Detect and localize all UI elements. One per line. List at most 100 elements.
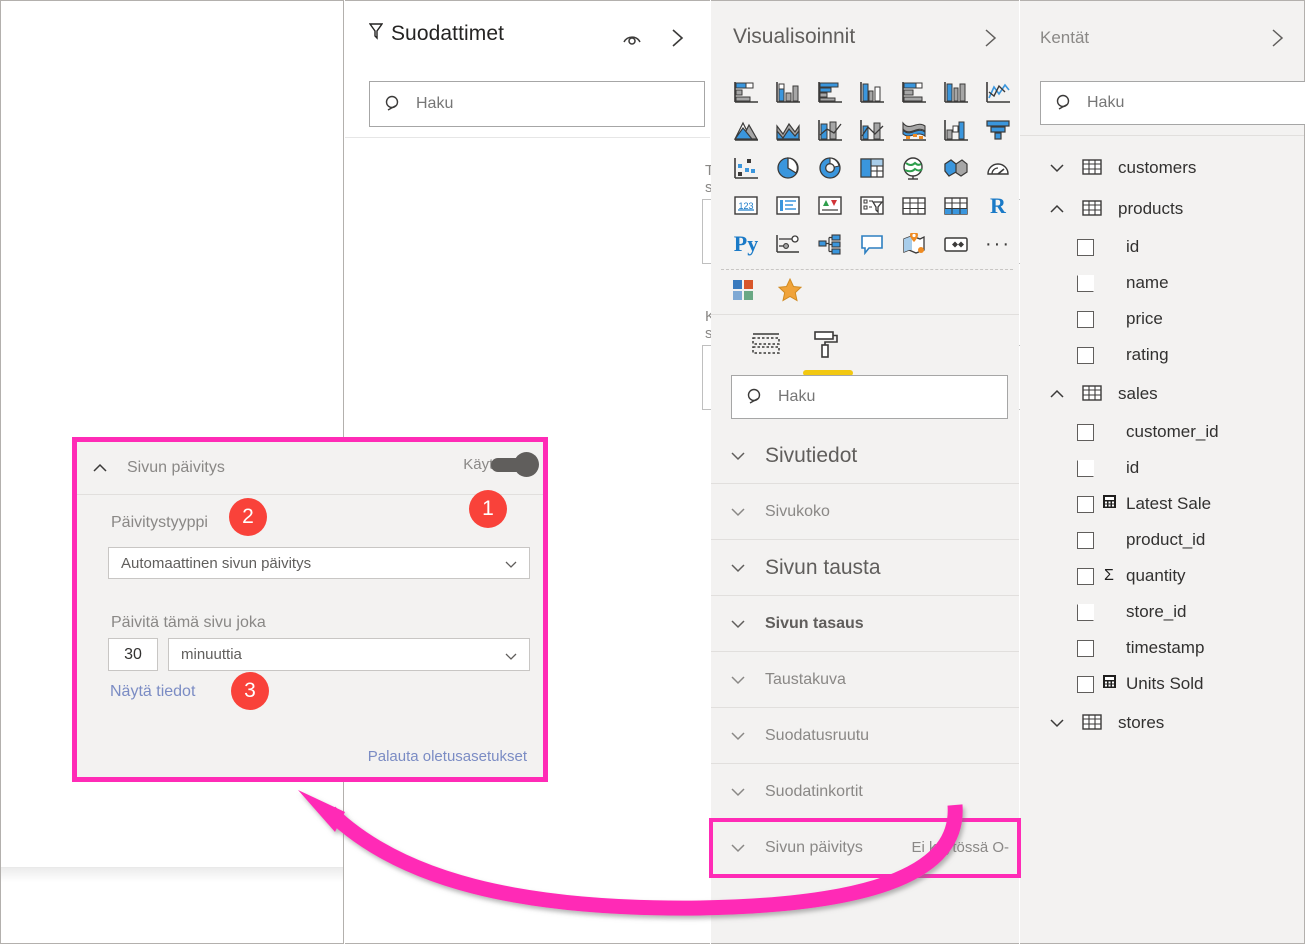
field-item[interactable]: price: [1020, 301, 1304, 337]
field-table-customers[interactable]: customers: [1020, 147, 1304, 188]
callout-header[interactable]: Sivun päivitys Käytössä: [77, 442, 543, 495]
qna-icon[interactable]: [851, 225, 893, 263]
fields-pane-tab-icon[interactable]: [741, 323, 791, 367]
chevron-down-icon[interactable]: [1048, 714, 1066, 732]
search-icon: [746, 387, 766, 407]
ribbon-chart-icon[interactable]: [893, 111, 935, 149]
field-table-sales[interactable]: sales: [1020, 373, 1304, 414]
format-section-filter-pane[interactable]: Suodatusruutu: [711, 708, 1019, 764]
chevron-right-icon[interactable]: [1264, 25, 1290, 51]
refresh-type-value: Automaattinen sivun päivitys: [121, 554, 312, 572]
field-checkbox[interactable]: [1077, 423, 1094, 441]
table-icon[interactable]: [893, 187, 935, 225]
format-section-filter-cards[interactable]: Suodatinkortit: [711, 764, 1019, 820]
field-checkbox[interactable]: [1077, 274, 1094, 292]
stacked-area-chart-icon[interactable]: [767, 111, 809, 149]
card-icon[interactable]: 123: [725, 187, 767, 225]
matrix-icon[interactable]: [935, 187, 977, 225]
page-refresh-toggle[interactable]: Käytössä: [463, 451, 539, 477]
field-item[interactable]: timestamp: [1020, 630, 1304, 666]
arcgis-map-icon[interactable]: [893, 225, 935, 263]
format-section-page-refresh[interactable]: Sivun päivitys Ei käytössä O-: [709, 818, 1021, 878]
format-section-page-background[interactable]: Sivun tausta: [711, 540, 1019, 596]
field-checkbox[interactable]: [1077, 346, 1094, 364]
paginated-report-icon[interactable]: [935, 225, 977, 263]
toggle-switch[interactable]: [491, 451, 539, 477]
format-section-page-alignment[interactable]: Sivun tasaus: [711, 596, 1019, 652]
field-checkbox[interactable]: [1077, 603, 1094, 621]
field-item[interactable]: id: [1020, 229, 1304, 265]
key-influencers-icon[interactable]: [767, 225, 809, 263]
clustered-column-chart-icon[interactable]: [851, 73, 893, 111]
filters-search-input[interactable]: Haku: [369, 81, 705, 127]
visual-type-gallery[interactable]: 123 R Py ···: [725, 73, 1021, 263]
chevron-right-icon[interactable]: [977, 25, 1003, 51]
multi-row-card-icon[interactable]: [767, 187, 809, 225]
field-item[interactable]: Latest Sale: [1020, 486, 1304, 522]
field-checkbox[interactable]: [1077, 675, 1094, 693]
python-visual-icon[interactable]: Py: [725, 225, 767, 263]
field-table-stores[interactable]: stores: [1020, 702, 1304, 743]
field-checkbox[interactable]: [1077, 531, 1094, 549]
refresh-interval-input[interactable]: 30: [108, 638, 158, 671]
stacked-column-chart-icon[interactable]: [767, 73, 809, 111]
scatter-chart-icon[interactable]: [725, 149, 767, 187]
format-section-page-size[interactable]: Sivukoko: [711, 484, 1019, 540]
reset-defaults-link[interactable]: Palauta oletusasetukset: [368, 748, 527, 765]
field-table-products[interactable]: products: [1020, 188, 1304, 229]
line-stacked-column-chart-icon[interactable]: [809, 111, 851, 149]
line-chart-icon[interactable]: [977, 73, 1019, 111]
chevron-down-icon[interactable]: [1048, 159, 1066, 177]
field-checkbox[interactable]: [1077, 310, 1094, 328]
field-item[interactable]: rating: [1020, 337, 1304, 373]
eye-icon[interactable]: [620, 27, 644, 51]
donut-chart-icon[interactable]: [809, 149, 851, 187]
r-script-visual-icon[interactable]: R: [977, 187, 1019, 225]
field-item[interactable]: id: [1020, 450, 1304, 486]
gauge-icon[interactable]: [977, 149, 1019, 187]
pct-stacked-bar-chart-icon[interactable]: [893, 73, 935, 111]
format-search-input[interactable]: Haku: [731, 375, 1008, 419]
map-icon[interactable]: [893, 149, 935, 187]
field-item[interactable]: name: [1020, 265, 1304, 301]
filled-map-icon[interactable]: [935, 149, 977, 187]
treemap-icon[interactable]: [851, 149, 893, 187]
chevron-right-icon[interactable]: [664, 25, 690, 51]
field-checkbox[interactable]: [1077, 567, 1094, 585]
fields-search-input[interactable]: Haku: [1040, 81, 1305, 125]
pct-stacked-column-chart-icon[interactable]: [935, 73, 977, 111]
line-clustered-column-chart-icon[interactable]: [851, 111, 893, 149]
field-checkbox[interactable]: [1077, 238, 1094, 256]
field-item[interactable]: store_id: [1020, 594, 1304, 630]
refresh-interval-unit-select[interactable]: minuuttia: [168, 638, 530, 671]
page-refresh-toggle-state[interactable]: Ei käytössä O-: [911, 839, 1009, 856]
field-checkbox[interactable]: [1077, 495, 1094, 513]
decomposition-tree-icon[interactable]: [809, 225, 851, 263]
funnel-chart-icon[interactable]: [977, 111, 1019, 149]
get-more-visuals-icon[interactable]: [731, 278, 755, 307]
pie-chart-icon[interactable]: [767, 149, 809, 187]
field-item[interactable]: Σquantity: [1020, 558, 1304, 594]
favorite-visual-icon[interactable]: [777, 277, 803, 308]
field-item[interactable]: customer_id: [1020, 414, 1304, 450]
show-details-link[interactable]: Näytä tiedot: [110, 683, 195, 701]
more-options-icon[interactable]: ···: [977, 225, 1019, 263]
chevron-up-icon[interactable]: [91, 459, 109, 477]
field-checkbox[interactable]: [1077, 459, 1094, 477]
chevron-up-icon[interactable]: [1048, 385, 1066, 403]
format-section-page-information[interactable]: Sivutiedot: [711, 428, 1019, 484]
area-chart-icon[interactable]: [725, 111, 767, 149]
clustered-bar-chart-icon[interactable]: [809, 73, 851, 111]
stacked-bar-chart-icon[interactable]: [725, 73, 767, 111]
waterfall-chart-icon[interactable]: [935, 111, 977, 149]
refresh-type-select[interactable]: Automaattinen sivun päivitys: [108, 547, 530, 579]
field-checkbox[interactable]: [1077, 639, 1094, 657]
slicer-icon[interactable]: [851, 187, 893, 225]
format-section-wallpaper[interactable]: Taustakuva: [711, 652, 1019, 708]
chevron-up-icon[interactable]: [1048, 200, 1066, 218]
field-item[interactable]: product_id: [1020, 522, 1304, 558]
kpi-icon[interactable]: [809, 187, 851, 225]
field-item[interactable]: Units Sold: [1020, 666, 1304, 702]
more-options-label: ···: [985, 232, 1011, 255]
format-paint-roller-tab-icon[interactable]: [801, 323, 851, 367]
